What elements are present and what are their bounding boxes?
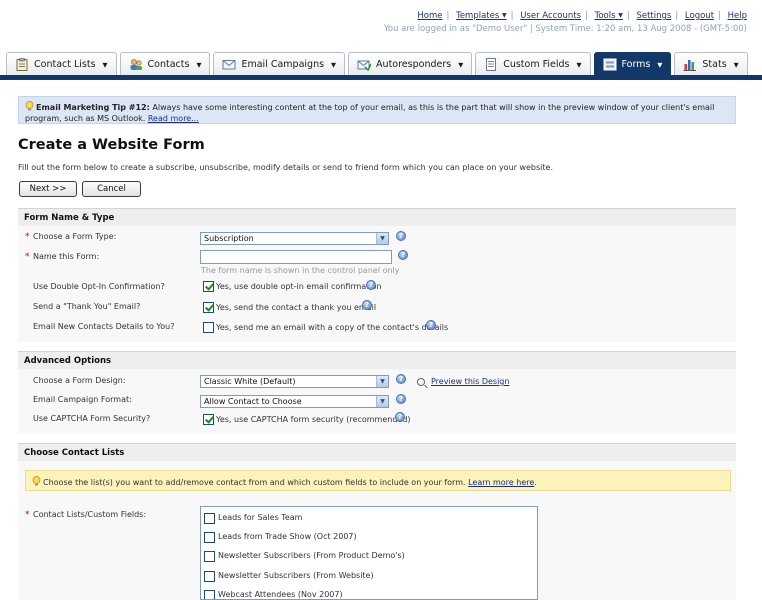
login-status: You are logged in as "Demo User" | Syste… [383,24,747,34]
bar-chart-icon [683,60,697,71]
home-link[interactable]: Home [417,11,442,21]
form-type-label: * Choose a Form Type: [25,232,117,242]
form-design-select[interactable]: Classic White (Default) ▼ [200,375,389,388]
envelope-icon [222,60,236,70]
double-optin-text: Yes, use double opt-in email confirmatio… [216,282,382,291]
form-type-select[interactable]: Subscription ▼ [200,232,389,245]
top-links: Home | Templates ▼ | User Accounts | Tools … [383,11,747,34]
document-icon [486,58,497,71]
chevron-down-icon: ▼ [618,12,623,19]
form-icon [603,58,616,71]
tab-forms[interactable]: Forms ▼ [593,52,672,76]
thankyou-checkbox[interactable] [203,302,214,313]
contact-lists-label: * Contact Lists/Custom Fields: [25,510,147,520]
cancel-button[interactable]: Cancel [82,181,141,197]
learn-more-link[interactable]: Learn more here [468,478,534,487]
help-icon[interactable]: ? [362,300,372,310]
help-icon[interactable]: ? [366,280,376,290]
magnifier-icon [417,377,425,386]
main-tabs: Contact Lists ▼ Contacts ▼ Email Campaigns… [6,52,748,76]
chevron-down-icon: ▼ [196,60,202,69]
page-intro: Fill out the form below to create a subs… [18,163,554,172]
chevron-down-icon: ▼ [331,60,337,69]
tip-read-more-link[interactable]: Read more... [148,114,199,123]
section-form-name-type: Form Name & Type [18,208,736,226]
form-name-input[interactable] [200,250,392,264]
section-choose-contact-lists: Choose Contact Lists [18,443,736,461]
chevron-down-icon: ▼ [102,60,108,69]
form-name-hint: The form name is shown in the control pa… [201,266,400,275]
help-link[interactable]: Help [728,11,747,21]
list-checkbox[interactable] [204,571,215,582]
tab-email-campaigns[interactable]: Email Campaigns ▼ [213,52,346,76]
lightbulb-icon [25,101,34,111]
required-marker: * [25,252,30,262]
lightbulb-icon [32,476,41,486]
contact-lists-info: Choose the list(s) you want to add/remov… [25,470,731,491]
chevron-down-icon: ▼ [376,233,388,244]
autoresponder-icon [357,60,372,71]
captcha-label: Use CAPTCHA Form Security? [33,414,151,423]
next-button[interactable]: Next >> [19,181,77,197]
contacts-icon [130,59,142,70]
chevron-down-icon: ▼ [376,376,388,387]
notify-checkbox[interactable] [203,322,214,333]
page-title: Create a Website Form [18,137,205,153]
notify-label: Email New Contacts Details to You? [33,322,175,331]
captcha-checkbox[interactable] [203,414,214,425]
help-icon[interactable]: ? [396,394,406,404]
campaign-format-select[interactable]: Allow Contact to Choose ▼ [200,395,389,408]
marketing-tip: Email Marketing Tip #12: Always have som… [18,96,736,124]
settings-link[interactable]: Settings [636,11,671,21]
required-marker: * [25,232,30,242]
tab-custom-fields[interactable]: Custom Fields ▼ [475,52,591,76]
chevron-down-icon: ▼ [657,60,663,69]
double-optin-checkbox[interactable] [203,281,214,292]
thankyou-label: Send a "Thank You" Email? [33,302,141,311]
nav-bar [0,75,762,80]
tab-contact-lists[interactable]: Contact Lists ▼ [6,52,117,76]
preview-design-link[interactable]: Preview this Design [417,377,509,386]
help-icon[interactable]: ? [398,250,408,260]
user-accounts-link[interactable]: User Accounts [520,11,581,21]
clipboard-icon [16,58,28,71]
list-checkbox[interactable] [204,590,215,599]
templates-link[interactable]: Templates ▼ [456,11,507,21]
section-advanced-options: Advanced Options [18,351,736,369]
help-icon[interactable]: ? [395,412,405,422]
help-icon[interactable]: ? [426,320,436,330]
chevron-down-icon: ▼ [733,60,739,69]
notify-text: Yes, send me an email with a copy of the… [216,323,449,332]
help-icon[interactable]: ? [396,231,406,241]
double-optin-label: Use Double Opt-In Confirmation? [33,282,165,291]
help-icon[interactable]: ? [396,374,406,384]
list-checkbox[interactable] [204,513,215,524]
required-marker: * [25,510,30,520]
contact-lists-box[interactable]: Leads for Sales Team Leads from Trade Sh… [200,506,538,600]
chevron-down-icon: ▼ [376,396,388,407]
chevron-down-icon: ▼ [458,60,464,69]
tab-autoresponders[interactable]: Autoresponders ▼ [348,52,473,76]
tab-stats[interactable]: Stats ▼ [674,52,748,76]
captcha-text: Yes, use CAPTCHA form security (recommen… [216,415,411,424]
form-name-label: * Name this Form: [25,252,100,262]
tab-contacts[interactable]: Contacts ▼ [119,52,211,76]
thankyou-text: Yes, send the contact a thank you email [216,303,377,312]
tools-link[interactable]: Tools ▼ [595,11,623,21]
form-design-label: Choose a Form Design: [33,376,126,385]
list-checkbox[interactable] [204,532,215,543]
list-checkbox[interactable] [204,551,215,562]
campaign-format-label: Email Campaign Format: [33,395,132,404]
logout-link[interactable]: Logout [685,11,714,21]
chevron-down-icon: ▼ [502,12,507,19]
chevron-down-icon: ▼ [576,60,582,69]
